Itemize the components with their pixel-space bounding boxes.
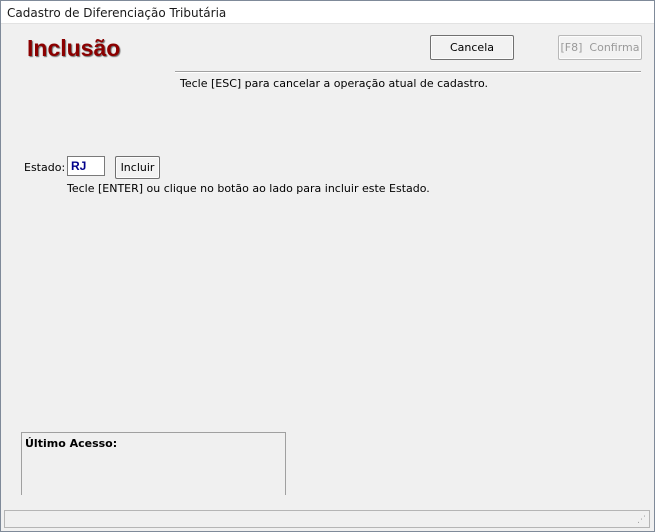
- estado-input[interactable]: [67, 156, 105, 176]
- confirm-button[interactable]: [F8] Confirma: [558, 35, 642, 60]
- cancel-button[interactable]: Cancela: [430, 35, 514, 60]
- status-bar: ⋰: [4, 510, 650, 528]
- header-separator: [175, 71, 641, 73]
- esc-hint: Tecle [ESC] para cancelar a operação atu…: [180, 77, 488, 90]
- last-access-panel: Último Acesso:: [21, 432, 286, 495]
- dialog-window: Cadastro de Diferenciação Tributária Inc…: [0, 0, 655, 532]
- resize-grip-icon[interactable]: ⋰: [637, 515, 647, 525]
- incluir-button[interactable]: Incluir: [115, 156, 160, 179]
- estado-label: Estado:: [24, 161, 66, 174]
- page-title: Inclusão: [27, 35, 121, 61]
- confirm-button-label: [F8] Confirma: [560, 41, 640, 54]
- window-title: Cadastro de Diferenciação Tributária: [7, 6, 227, 20]
- incluir-button-label: Incluir: [120, 161, 155, 174]
- cancel-button-label: Cancela: [449, 41, 494, 54]
- last-access-label: Último Acesso:: [25, 437, 118, 450]
- enter-hint: Tecle [ENTER] ou clique no botão ao lado…: [67, 182, 430, 195]
- title-bar[interactable]: Cadastro de Diferenciação Tributária: [1, 1, 654, 24]
